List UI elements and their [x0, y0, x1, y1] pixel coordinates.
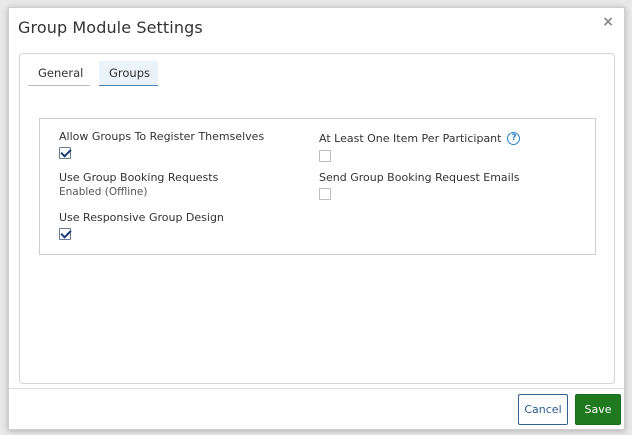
at-least-one-label: At Least One Item Per Participant	[319, 132, 502, 145]
responsive-checkbox[interactable]	[59, 228, 71, 240]
content-panel: General Groups Allow Groups To Register …	[19, 53, 615, 384]
dialog-title: Group Module Settings	[18, 18, 203, 37]
at-least-one-checkbox[interactable]	[319, 149, 331, 162]
save-button[interactable]: Save	[575, 394, 621, 425]
setting-responsive: Use Responsive Group Design	[59, 211, 224, 240]
use-booking-label: Use Group Booking Requests	[59, 171, 219, 184]
send-emails-checkbox[interactable]	[319, 188, 331, 200]
tab-groups[interactable]: Groups	[99, 61, 158, 86]
use-booking-value: Enabled (Offline)	[59, 186, 148, 198]
responsive-label: Use Responsive Group Design	[59, 211, 224, 224]
groups-settings-box: Allow Groups To Register Themselves Use …	[39, 118, 596, 255]
setting-send-emails: Send Group Booking Request Emails	[319, 171, 520, 200]
help-icon[interactable]: ?	[507, 131, 521, 145]
close-icon[interactable]: ×	[602, 14, 614, 30]
cancel-button[interactable]: Cancel	[518, 394, 568, 425]
allow-groups-label: Allow Groups To Register Themselves	[59, 130, 265, 143]
allow-groups-checkbox[interactable]	[59, 147, 71, 159]
send-emails-label: Send Group Booking Request Emails	[319, 171, 520, 184]
setting-use-booking: Use Group Booking Requests Enabled (Offl…	[59, 171, 218, 198]
tab-general[interactable]: General	[28, 61, 90, 86]
setting-allow-groups: Allow Groups To Register Themselves	[59, 130, 264, 159]
group-module-settings-dialog: Group Module Settings × General Groups A…	[8, 7, 625, 430]
setting-at-least-one: At Least One Item Per Participant?	[319, 131, 521, 162]
at-least-one-label-row: At Least One Item Per Participant?	[319, 131, 521, 146]
footer-divider	[9, 388, 624, 389]
